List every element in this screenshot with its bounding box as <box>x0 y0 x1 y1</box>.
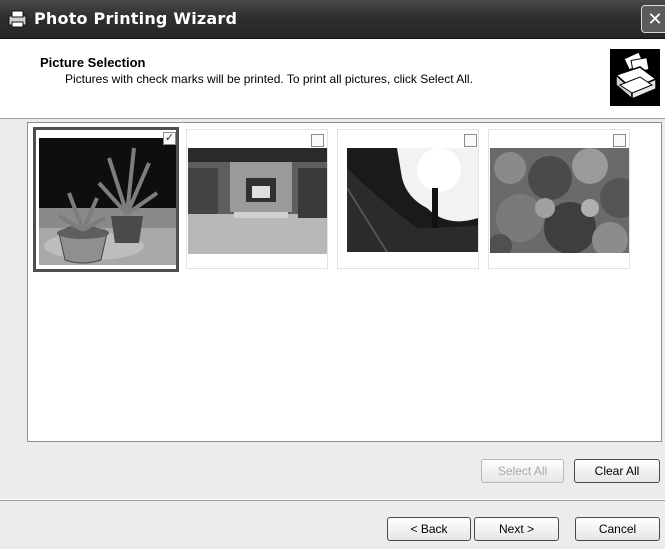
wizard-footer <box>0 501 665 549</box>
cancel-button[interactable]: Cancel <box>575 517 660 541</box>
picture-checkbox[interactable]: ✓ <box>163 132 176 145</box>
printer-photo-icon <box>610 49 660 106</box>
picture-thumbnail[interactable] <box>488 129 630 269</box>
next-button[interactable]: Next > <box>474 517 559 541</box>
picture-checkbox[interactable] <box>613 134 626 147</box>
clear-all-button[interactable]: Clear All <box>574 459 660 483</box>
check-icon: ✓ <box>164 132 175 144</box>
picture-thumbnail[interactable] <box>186 129 328 269</box>
photo-fireplace <box>188 148 327 254</box>
page-title: Picture Selection <box>40 55 146 70</box>
title-bar: Photo Printing Wizard ✕ <box>0 0 665 39</box>
close-icon: ✕ <box>647 9 663 29</box>
photo-window <box>347 148 478 252</box>
window-title: Photo Printing Wizard <box>34 9 238 28</box>
close-button[interactable]: ✕ <box>641 5 665 33</box>
wizard-header: Picture Selection Pictures with check ma… <box>0 39 665 119</box>
page-subtitle: Pictures with check marks will be printe… <box>65 72 473 86</box>
select-all-button[interactable]: Select All <box>481 459 564 483</box>
picture-checkbox[interactable] <box>311 134 324 147</box>
photo-garden <box>490 148 629 253</box>
picture-thumbnail[interactable]: ✓ <box>33 127 179 272</box>
back-button[interactable]: < Back <box>387 517 471 541</box>
picture-checkbox[interactable] <box>464 134 477 147</box>
picture-list[interactable]: ✓ <box>27 122 662 442</box>
photo-plant <box>39 138 176 265</box>
printer-wizard-icon <box>8 10 27 28</box>
picture-thumbnail[interactable] <box>337 129 479 269</box>
